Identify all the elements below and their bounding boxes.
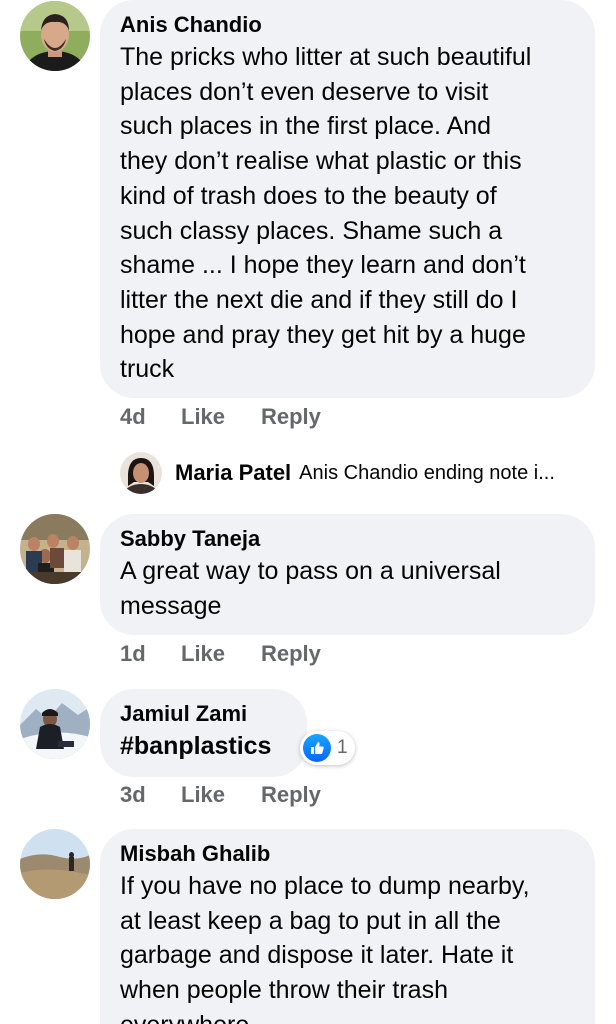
comment-line: #banplastics: [120, 732, 272, 760]
comment-line: shame ... I hope they learn and don’t: [120, 251, 526, 280]
timestamp[interactable]: 3d: [120, 782, 181, 808]
reaction-count: 1: [337, 737, 348, 758]
comment-line: they don’t realise what plastic or this: [120, 147, 522, 176]
comment-actions: 4d Like Reply: [120, 404, 321, 430]
comment-bubble[interactable]: Misbah Ghalib If you have no place to du…: [100, 829, 595, 1024]
thumbs-up-icon: [303, 734, 331, 762]
comment-actions: 1d Like Reply: [120, 641, 321, 667]
comment-author[interactable]: Misbah Ghalib: [120, 839, 573, 869]
like-button[interactable]: Like: [181, 641, 261, 667]
avatar-anis-chandio[interactable]: [20, 1, 90, 71]
comment-author[interactable]: Anis Chandio: [120, 10, 573, 40]
comment-line: litter the next die and if they still do…: [120, 285, 518, 314]
comment-text: #banplastics: [120, 729, 285, 764]
avatar-misbah-ghalib[interactable]: [20, 829, 90, 899]
comment-line: when people throw their trash: [120, 976, 448, 1005]
comment-author[interactable]: Jamiul Zami: [120, 699, 285, 729]
reply-button[interactable]: Reply: [261, 641, 321, 667]
comment-bubble[interactable]: Sabby Taneja A great way to pass on a un…: [100, 514, 595, 635]
reply-preview-text: Anis Chandio ending note i...: [299, 461, 555, 484]
reply-button[interactable]: Reply: [261, 782, 321, 808]
reply-author[interactable]: Maria Patel: [175, 460, 291, 486]
timestamp[interactable]: 4d: [120, 404, 181, 430]
comment-line: message: [120, 591, 222, 620]
reaction-summary[interactable]: 1: [300, 731, 355, 765]
comment-line: The pricks who litter at such beautiful: [120, 43, 532, 71]
comment-text: The pricks who litter at such beautiful …: [120, 40, 573, 387]
comment-line: everywhere: [120, 1008, 573, 1024]
comment-actions: 3d Like Reply: [120, 782, 321, 808]
comment-line: A great way to pass on a universal: [120, 557, 501, 585]
comment-line: truck: [120, 355, 175, 384]
like-button[interactable]: Like: [181, 404, 261, 430]
comment-text: If you have no place to dump nearby, at …: [120, 869, 573, 1024]
comment-line: kind of trash does to the beauty of: [120, 181, 497, 210]
comment-line: If you have no place to dump nearby,: [120, 872, 530, 900]
comment-line: places don’t even deserve to visit: [120, 77, 489, 106]
comment-bubble[interactable]: Anis Chandio The pricks who litter at su…: [100, 0, 595, 398]
comment-line: at least keep a bag to put in all the: [120, 906, 501, 935]
avatar-sabby-taneja[interactable]: [20, 514, 90, 584]
comment-line: garbage and dispose it later. Hate it: [120, 941, 514, 970]
comment-line: such places in the first place. And: [120, 112, 492, 141]
comment-line: such classy places. Shame such a: [120, 216, 503, 245]
timestamp[interactable]: 1d: [120, 641, 181, 667]
avatar-maria-patel[interactable]: [120, 452, 162, 494]
reply-preview[interactable]: Maria Patel Anis Chandio ending note i..…: [120, 452, 555, 494]
comment-line: hope and pray they get hit by a huge: [120, 320, 526, 349]
comment-author[interactable]: Sabby Taneja: [120, 524, 573, 554]
reply-button[interactable]: Reply: [261, 404, 321, 430]
avatar-jamiul-zami[interactable]: [20, 689, 90, 759]
comment-bubble[interactable]: Jamiul Zami #banplastics: [100, 689, 307, 777]
comment-text: A great way to pass on a universal messa…: [120, 554, 573, 623]
like-button[interactable]: Like: [181, 782, 261, 808]
